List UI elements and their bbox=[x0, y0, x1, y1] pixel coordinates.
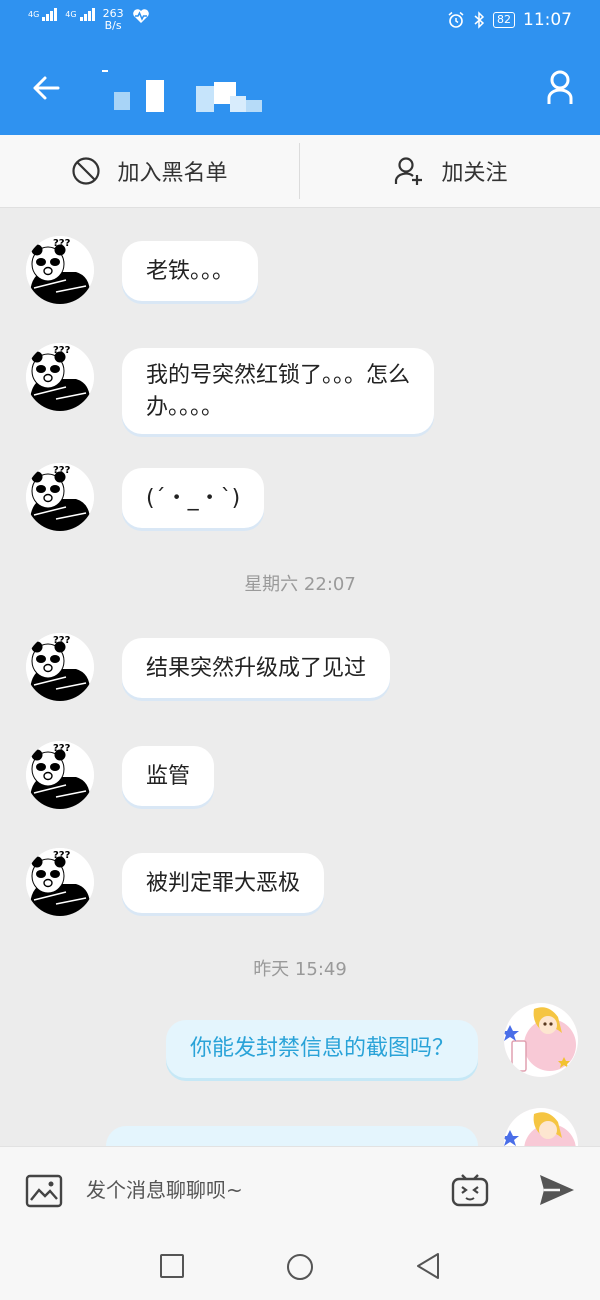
message-text: 老铁。。。 bbox=[146, 259, 235, 284]
avatar[interactable] bbox=[26, 848, 94, 916]
message-text: (´・_・`) bbox=[146, 486, 241, 511]
status-bar: 4G 4G 263 B/s 82 11:07 bbox=[0, 0, 600, 42]
timestamp: 昨天 15:49 bbox=[253, 959, 347, 980]
block-icon bbox=[72, 157, 101, 185]
image-icon[interactable] bbox=[24, 1171, 64, 1211]
outgoing-message-bubble: 你能发封禁信息的截图吗？ bbox=[165, 1020, 478, 1078]
block-button[interactable]: 加入黑名单 bbox=[0, 135, 299, 207]
message-input[interactable] bbox=[84, 1167, 428, 1213]
message-text: 你能发封禁信息的截图吗？ bbox=[189, 1036, 454, 1061]
heart-rate-icon bbox=[132, 9, 149, 23]
back-arrow-icon[interactable] bbox=[30, 72, 62, 104]
block-label: 加入黑名单 bbox=[117, 161, 228, 186]
home-icon[interactable] bbox=[285, 1252, 315, 1282]
action-bar: 加入黑名单 加关注 bbox=[0, 135, 600, 208]
clock: 11:07 bbox=[523, 10, 572, 30]
system-nav-bar bbox=[0, 1232, 600, 1300]
avatar[interactable] bbox=[26, 741, 94, 809]
message-bubble: 监管 bbox=[122, 746, 215, 806]
avatar[interactable] bbox=[26, 236, 94, 304]
message-text: 结果突然升级成了见过 bbox=[146, 656, 367, 681]
recent-apps-icon[interactable] bbox=[158, 1252, 186, 1280]
app-bar bbox=[0, 42, 600, 135]
message-bubble: 结果突然升级成了见过 bbox=[122, 638, 391, 698]
add-person-icon bbox=[395, 157, 423, 185]
avatar[interactable] bbox=[26, 463, 94, 531]
send-icon[interactable] bbox=[538, 1173, 576, 1207]
message-text: 办。。。。 bbox=[146, 395, 224, 420]
message-text: 被判定罪大恶极 bbox=[146, 871, 301, 896]
emoji-icon[interactable] bbox=[450, 1169, 490, 1209]
message-text: 我的号突然红锁了。。。怎么 bbox=[146, 363, 411, 388]
alarm-icon bbox=[448, 11, 464, 28]
input-bar bbox=[0, 1146, 600, 1233]
network-speed: 263 B/s bbox=[102, 7, 124, 32]
timestamp: 星期六 22:07 bbox=[244, 574, 356, 595]
back-nav-icon[interactable] bbox=[414, 1252, 442, 1280]
follow-label: 加关注 bbox=[441, 161, 508, 186]
person-icon[interactable] bbox=[546, 70, 574, 106]
message-bubble: 我的号突然红锁了。。。怎么 办。。。。 bbox=[122, 348, 435, 434]
signal-icon-2: 4G bbox=[65, 8, 95, 21]
bluetooth-icon bbox=[474, 11, 485, 29]
message-bubble: (´・_・`) bbox=[122, 468, 265, 528]
battery-indicator: 82 bbox=[493, 12, 515, 28]
follow-button[interactable]: 加关注 bbox=[301, 135, 600, 207]
message-text: 监管 bbox=[146, 764, 191, 789]
self-avatar[interactable] bbox=[504, 1003, 578, 1077]
message-bubble: 老铁。。。 bbox=[122, 241, 259, 301]
avatar[interactable] bbox=[26, 343, 94, 411]
divider bbox=[299, 143, 300, 199]
contact-name-redacted bbox=[100, 70, 270, 112]
signal-icon: 4G bbox=[28, 8, 58, 21]
message-bubble: 被判定罪大恶极 bbox=[122, 853, 325, 913]
avatar[interactable] bbox=[26, 633, 94, 701]
